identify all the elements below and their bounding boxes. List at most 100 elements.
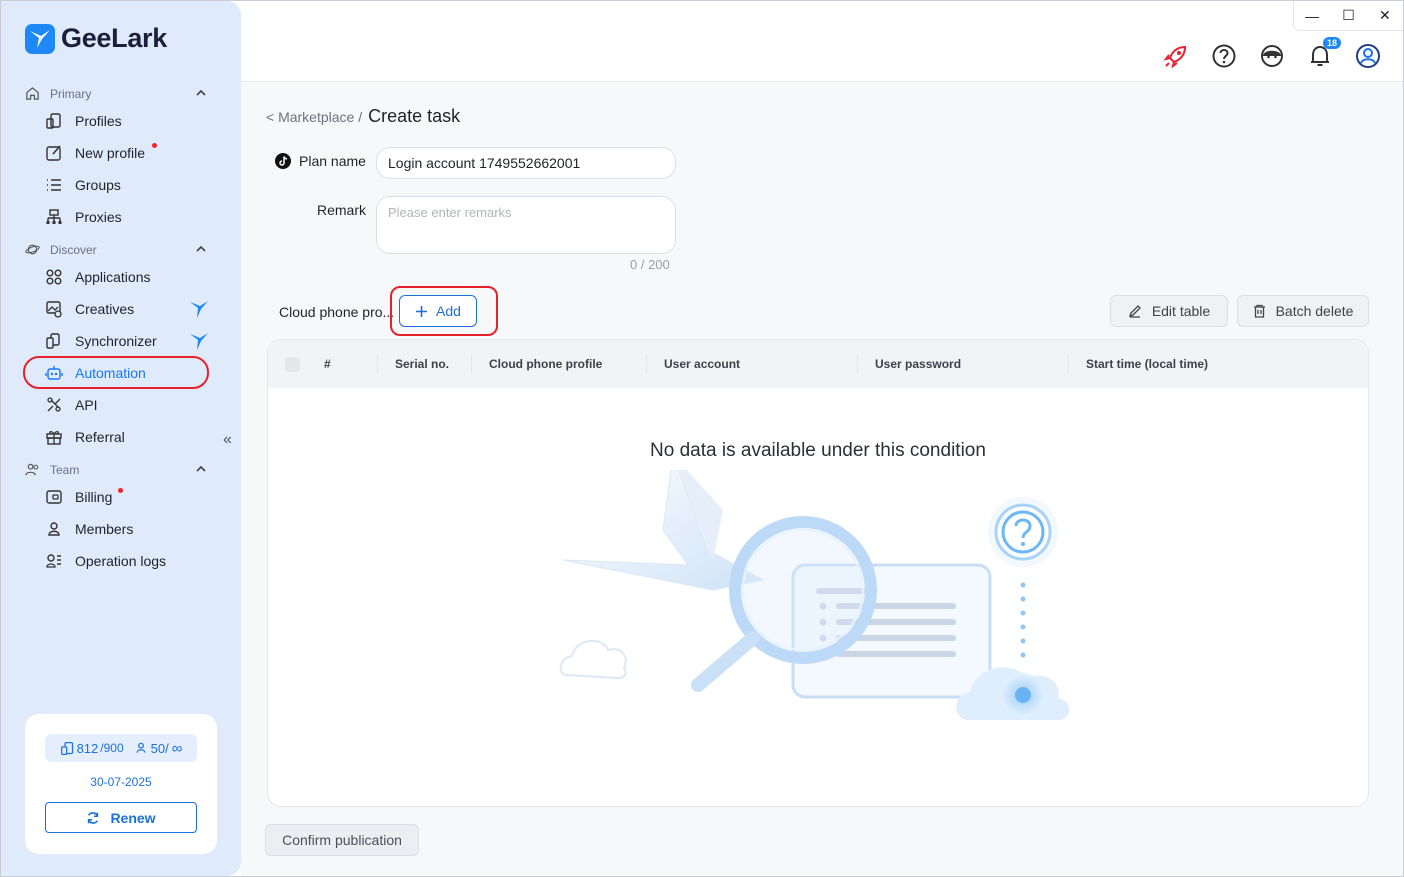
select-all-checkbox[interactable] [285,357,300,372]
refresh-icon [88,811,99,824]
main-content: < Marketplace / Create task Plan name Lo… [241,83,1403,876]
top-icons: 18 [1163,37,1381,69]
trash-icon [1253,304,1265,318]
remark-label: Remark [317,202,367,218]
section-primary[interactable]: Primary [25,86,207,101]
chevron-up-icon[interactable] [195,87,207,99]
column-divider [1068,354,1069,374]
premium-bird-icon [190,301,208,318]
batch-delete-label: Batch delete [1275,303,1354,319]
user-icon[interactable] [1355,43,1381,69]
column-header-index: # [324,357,331,371]
column-header-serial: Serial no. [395,357,450,371]
sidebar-item-label: Creatives [75,301,135,317]
sidebar-item-creatives[interactable]: Creatives [45,297,134,321]
chevron-up-icon[interactable] [195,463,207,475]
remark-textarea[interactable]: Please enter remarks [376,196,676,254]
column-divider [646,354,647,374]
members-used: 50/ [150,740,169,756]
sidebar-item-api[interactable]: API [45,393,98,417]
planet-icon [25,244,40,255]
sidebar-item-label: Profiles [75,113,122,129]
edit-table-label: Edit table [1151,303,1211,319]
creatives-icon [46,301,62,318]
plus-icon [416,305,428,317]
sidebar-item-members[interactable]: Members [45,517,133,541]
topbar: — ☐ ✕ 18 [241,1,1403,82]
close-icon[interactable]: ✕ [1372,7,1398,24]
column-header-start-time: Start time (local time) [1086,357,1209,371]
chevron-up-icon[interactable] [195,243,207,255]
add-button[interactable]: Add [399,295,477,327]
notification-badge: 18 [1322,37,1341,49]
edit-icon [46,145,61,161]
section-label: Primary [50,86,92,101]
profiles-icon [60,741,73,755]
sidebar-item-automation[interactable]: Automation [45,361,146,385]
renew-button[interactable]: Renew [45,802,197,833]
column-header-profile: Cloud phone profile [489,357,603,371]
profiles-icon [46,113,61,129]
section-discover[interactable]: Discover [25,242,207,257]
cloud-phone-table: # Serial no. Cloud phone profile User ac… [267,339,1369,807]
cloud-phone-label: Cloud phone pro... [279,304,395,320]
sidebar-item-label: Members [75,521,134,537]
plan-name-input[interactable]: Login account 1749552662001 [376,147,676,179]
sidebar-item-label: Applications [75,269,151,285]
sidebar-item-new-profile[interactable]: New profile [45,141,145,165]
apps-icon [46,269,62,285]
premium-bird-icon [190,333,208,350]
rocket-icon[interactable] [1163,43,1189,69]
logs-icon [46,554,61,568]
sidebar-item-label: Groups [75,177,121,193]
members-total: ∞ [171,739,183,757]
support-icon[interactable] [1259,43,1285,69]
person-icon [136,742,146,753]
confirm-publication-button[interactable]: Confirm publication [265,824,419,856]
sidebar-item-label: Operation logs [75,553,167,569]
sidebar-item-label: New profile [75,145,146,161]
pencil-icon [1128,305,1141,318]
sidebar-item-label: Proxies [75,209,122,225]
column-divider [377,354,378,374]
sidebar-item-operation-logs[interactable]: Operation logs [45,549,166,573]
sidebar-item-applications[interactable]: Applications [45,265,151,289]
plan-name-label: Plan name [299,153,366,169]
tiktok-icon [275,153,291,169]
edit-table-button[interactable]: Edit table [1110,295,1228,327]
gift-icon [46,431,62,445]
account-card: 812/900 50/∞ 30-07-2025 Renew [25,714,217,854]
collapse-sidebar-icon[interactable]: « [223,431,232,449]
sidebar-item-label: Billing [75,489,113,505]
sidebar-item-groups[interactable]: Groups [45,173,121,197]
remark-counter: 0 / 200 [630,257,670,272]
help-icon[interactable] [1211,43,1237,69]
section-team[interactable]: Team [25,462,207,477]
sidebar-item-proxies[interactable]: Proxies [45,205,122,229]
sidebar-item-billing[interactable]: Billing [45,485,112,509]
person-icon [48,522,60,536]
synchronizer-icon [46,333,60,349]
billing-dot [118,488,123,493]
minimize-icon[interactable]: — [1299,8,1325,24]
new-profile-dot [152,143,157,148]
sidebar-item-synchronizer[interactable]: Synchronizer [45,329,157,353]
bell-icon[interactable]: 18 [1307,37,1341,69]
add-label: Add [436,303,461,319]
column-header-account: User account [664,357,741,371]
breadcrumb-back-link[interactable]: < Marketplace / [266,109,362,125]
maximize-icon[interactable]: ☐ [1335,7,1361,24]
section-label: Discover [50,242,97,257]
column-divider [857,354,858,374]
sidebar-item-label: Synchronizer [75,333,157,349]
expiry-date: 30-07-2025 [90,775,152,789]
batch-delete-button[interactable]: Batch delete [1237,295,1369,327]
table-header: # Serial no. Cloud phone profile User ac… [268,340,1368,388]
sidebar-item-label: Automation [75,365,146,381]
brand-name: GeeLark [61,23,167,53]
sidebar-item-profiles[interactable]: Profiles [45,109,122,133]
sidebar-item-referral[interactable]: Referral [45,425,125,449]
geelark-logo-icon [25,23,55,54]
logo: GeeLark [25,23,167,54]
api-icon [47,397,61,412]
